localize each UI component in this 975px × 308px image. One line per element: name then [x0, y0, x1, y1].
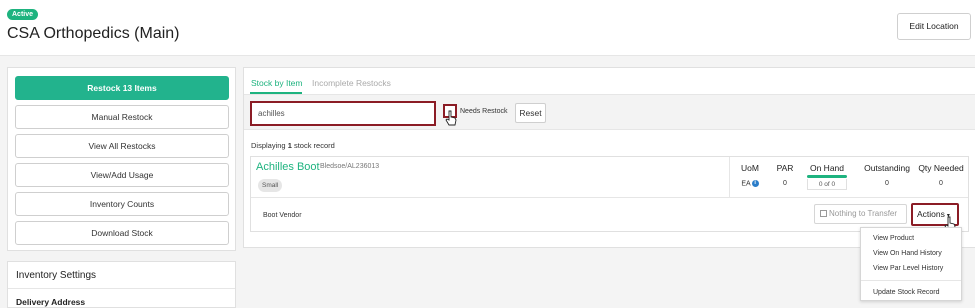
- sidebar-actions: Restock 13 Items Manual Restock View All…: [7, 67, 236, 251]
- info-icon[interactable]: i: [751, 180, 759, 187]
- page-header: Active CSA Orthopedics (Main) Edit Locat…: [0, 0, 975, 56]
- results-suffix: stock record: [291, 141, 335, 150]
- column-divider: [729, 157, 730, 197]
- delivery-address-label[interactable]: Delivery Address: [16, 297, 85, 307]
- reset-button[interactable]: Reset: [515, 103, 546, 123]
- tab-stock-by-item[interactable]: Stock by Item: [251, 78, 303, 88]
- page-title: CSA Orthopedics (Main): [7, 25, 180, 42]
- qty-needed-value: 0: [939, 180, 943, 187]
- qty-needed-header: Qty Needed: [918, 163, 964, 173]
- results-summary: Displaying 1 stock record: [251, 141, 335, 150]
- search-input[interactable]: [250, 101, 436, 126]
- needs-restock-label: Needs Restock: [460, 108, 508, 115]
- on-hand-header: On Hand: [809, 163, 845, 173]
- stock-panel: Stock by Item Incomplete Restocks Needs …: [243, 67, 975, 248]
- on-hand-bar: [807, 175, 847, 178]
- item-sku: Bledsoe/AL236013: [320, 163, 380, 170]
- restock-items-button[interactable]: Restock 13 Items: [15, 76, 229, 100]
- par-value: 0: [783, 180, 787, 187]
- inventory-settings-title: Inventory Settings: [16, 270, 97, 281]
- par-header: PAR: [776, 163, 794, 173]
- transfer-label: Nothing to Transfer: [829, 209, 898, 218]
- uom-text: EA: [741, 180, 751, 188]
- filter-bar: Needs Restock Reset: [244, 95, 975, 130]
- stock-record-card: Achilles Boot Bledsoe/AL236013 Small UoM…: [250, 156, 969, 232]
- view-add-usage-button[interactable]: View/Add Usage: [15, 163, 229, 187]
- edit-location-button[interactable]: Edit Location: [897, 13, 971, 40]
- results-prefix: Displaying: [251, 141, 288, 150]
- item-name-link[interactable]: Achilles Boot: [256, 161, 320, 173]
- divider: [251, 197, 968, 198]
- actions-label: Actions: [917, 209, 945, 219]
- menu-item-view-par-level-history[interactable]: View Par Level History: [873, 265, 943, 272]
- menu-item-view-on-hand-history[interactable]: View On Hand History: [873, 250, 942, 257]
- inventory-counts-button[interactable]: Inventory Counts: [15, 192, 229, 216]
- manual-restock-button[interactable]: Manual Restock: [15, 105, 229, 129]
- tab-incomplete-restocks[interactable]: Incomplete Restocks: [312, 78, 391, 88]
- uom-header: UoM: [741, 163, 759, 173]
- size-badge: Small: [258, 179, 283, 192]
- checkbox-icon: [820, 210, 827, 217]
- hand-cursor-icon: [445, 110, 457, 126]
- divider: [861, 280, 961, 281]
- vendor-name: Boot Vendor: [263, 212, 302, 219]
- nothing-to-transfer-button[interactable]: Nothing to Transfer: [814, 204, 907, 224]
- menu-item-view-product[interactable]: View Product: [873, 235, 914, 242]
- uom-value: EA i: [735, 180, 765, 187]
- actions-dropdown-menu: View Product View On Hand History View P…: [860, 227, 962, 301]
- status-badge: Active: [7, 9, 39, 20]
- download-stock-button[interactable]: Download Stock: [15, 221, 229, 245]
- divider: [8, 288, 235, 289]
- outstanding-header: Outstanding: [864, 163, 910, 173]
- outstanding-value: 0: [885, 180, 889, 187]
- view-all-restocks-button[interactable]: View All Restocks: [15, 134, 229, 158]
- inventory-settings-panel: Inventory Settings Delivery Address: [7, 261, 236, 308]
- on-hand-value: 0 of 0: [807, 179, 847, 190]
- menu-item-update-stock-record[interactable]: Update Stock Record: [873, 289, 940, 296]
